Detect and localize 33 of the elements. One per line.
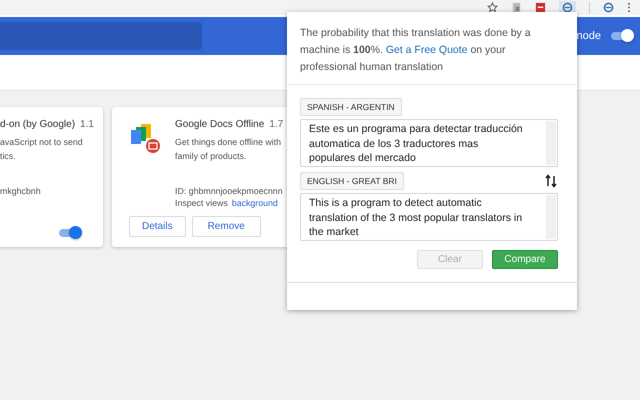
language-selector[interactable]: ENGLISH - GREAT BRI — [300, 172, 404, 190]
search-field[interactable] — [0, 22, 202, 50]
menu-icon[interactable] — [627, 2, 631, 13]
free-quote-link[interactable]: Get a Free Quote — [386, 44, 468, 56]
background-link[interactable]: background — [232, 198, 278, 208]
docs-offline-icon — [129, 122, 163, 154]
description-text: avaScript not to send — [0, 136, 83, 149]
mode-label: node — [576, 30, 601, 42]
target-text-field[interactable]: This is a program to detect automatic translation of the 3 most popular translators in the market — [300, 193, 558, 241]
version-label: 1.7 — [269, 119, 284, 130]
card-button[interactable]: Remove — [192, 216, 261, 237]
version-label: 1.1 — [80, 119, 94, 130]
description-text: tics. — [0, 150, 16, 163]
inspect-label: Inspect views — [175, 198, 228, 208]
source-text-field[interactable]: Este es un programa para detectar traducción automatica de los 3 traductores mas populares del mercado — [300, 119, 558, 167]
extension-id: mkghcbnh — [0, 185, 41, 198]
toggle-switch[interactable] — [611, 32, 631, 40]
card-button[interactable]: Details — [129, 216, 186, 237]
language-selector[interactable]: SPANISH - ARGENTIN — [300, 98, 402, 116]
scrollbar[interactable] — [546, 195, 556, 239]
extension-name: Google Docs Offline — [175, 119, 264, 130]
extension-id: ID: ghbmnnjooekpmoecnnn — [175, 185, 283, 198]
compare-button[interactable]: Compare — [492, 250, 558, 269]
toggle-switch[interactable] — [59, 229, 79, 237]
extension-icon[interactable] — [535, 2, 546, 13]
probability-message: The probability that this translation was done by a machine is 100%. Get a Free Quote on your professional human translation — [287, 12, 577, 85]
scrollbar[interactable] — [546, 121, 556, 165]
description-text: Get things done offline with — [175, 136, 281, 149]
extension-name: d-on (by Google) — [0, 119, 76, 130]
swap-icon[interactable] — [545, 174, 557, 188]
description-text: family of products. — [175, 150, 246, 163]
extension-icon[interactable] — [511, 2, 522, 13]
star-icon[interactable] — [487, 2, 498, 13]
